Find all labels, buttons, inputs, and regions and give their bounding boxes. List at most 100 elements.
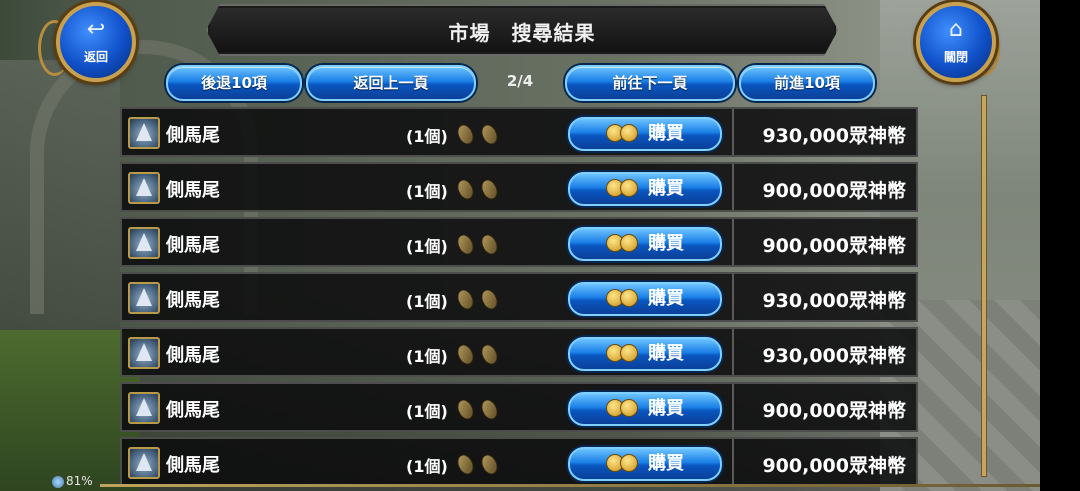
seed-icon (478, 121, 501, 148)
seed-icon (478, 451, 501, 478)
buy-label: 購買 (648, 343, 684, 364)
buy-label: 購買 (648, 123, 684, 144)
scrollbar-thumb[interactable] (982, 96, 986, 476)
close-button[interactable]: ⌂ 關閉 (898, 0, 1000, 90)
item-price: 930,000眾神幣 (762, 290, 906, 312)
listing-row: 側馬尾 (1個) 購買 900,000眾神幣 (120, 162, 918, 212)
item-quantity: (1個) (406, 347, 448, 366)
coin-icon (620, 398, 638, 417)
screen-edge (1040, 0, 1080, 491)
buy-label: 購買 (648, 453, 684, 474)
forward-10-button[interactable]: 前進10項 (739, 65, 875, 101)
seed-icon (454, 231, 477, 258)
item-name: 側馬尾 (166, 235, 220, 256)
column-divider (732, 274, 734, 320)
back-10-button[interactable]: 後退10項 (166, 65, 302, 101)
coin-icon (620, 343, 638, 362)
listing-list[interactable]: 側馬尾 (1個) 購買 930,000眾神幣 側馬尾 (1個) 購買 900,0… (120, 107, 918, 487)
home-icon: ⌂ (949, 17, 963, 42)
item-quantity: (1個) (406, 457, 448, 476)
buy-label: 購買 (648, 398, 684, 419)
column-divider (732, 384, 734, 430)
item-name: 側馬尾 (166, 290, 220, 311)
listing-row: 側馬尾 (1個) 購買 930,000眾神幣 (120, 107, 918, 157)
buy-button[interactable]: 購買 (568, 227, 722, 261)
item-name: 側馬尾 (166, 455, 220, 476)
status-bar: 81% (52, 474, 93, 488)
wizard-hat-icon (128, 117, 160, 149)
seed-icon (454, 341, 477, 368)
next-page-button[interactable]: 前往下一頁 (565, 65, 735, 101)
back-label: 返回 (83, 50, 108, 64)
item-quantity: (1個) (406, 292, 448, 311)
prev-page-button[interactable]: 返回上一頁 (306, 65, 476, 101)
buy-label: 購買 (648, 288, 684, 309)
seed-icon (478, 231, 501, 258)
coin-icon (620, 233, 638, 252)
title-bar: 市場 搜尋結果 (206, 4, 838, 56)
buy-button[interactable]: 購買 (568, 447, 722, 481)
item-price: 930,000眾神幣 (762, 345, 906, 367)
buy-label: 購買 (648, 178, 684, 199)
buy-button[interactable]: 購買 (568, 117, 722, 151)
seed-icon (454, 396, 477, 423)
wizard-hat-icon (128, 337, 160, 369)
listing-row: 側馬尾 (1個) 購買 900,000眾神幣 (120, 217, 918, 267)
listing-row: 側馬尾 (1個) 購買 900,000眾神幣 (120, 382, 918, 432)
item-price: 930,000眾神幣 (762, 125, 906, 147)
column-divider (732, 219, 734, 265)
item-name: 側馬尾 (166, 400, 220, 421)
item-name: 側馬尾 (166, 345, 220, 366)
wizard-hat-icon (128, 447, 160, 479)
item-quantity: (1個) (406, 182, 448, 201)
item-name: 側馬尾 (166, 180, 220, 201)
item-quantity: (1個) (406, 402, 448, 421)
buy-button[interactable]: 購買 (568, 172, 722, 206)
seed-icon (454, 121, 477, 148)
close-label: 關閉 (943, 50, 968, 64)
seed-icon (454, 451, 477, 478)
back-button[interactable]: ↩ 返回 (38, 0, 138, 90)
page-indicator: 2/4 (506, 72, 534, 90)
coin-icon (620, 178, 638, 197)
item-quantity: (1個) (406, 127, 448, 146)
close-button-ring: ⌂ 關閉 (916, 2, 996, 82)
seed-icon (478, 176, 501, 203)
seed-icon (454, 286, 477, 313)
coin-icon (620, 453, 638, 472)
listing-row: 側馬尾 (1個) 購買 900,000眾神幣 (120, 437, 918, 487)
seed-icon (478, 286, 501, 313)
item-name: 側馬尾 (166, 125, 220, 146)
scrollbar[interactable] (981, 95, 987, 477)
wizard-hat-icon (128, 282, 160, 314)
back-arrow-icon: ↩ (86, 17, 106, 42)
background-grass (0, 330, 140, 491)
column-divider (732, 164, 734, 210)
listing-row: 側馬尾 (1個) 購買 930,000眾神幣 (120, 327, 918, 377)
seed-icon (454, 176, 477, 203)
page-title: 市場 搜尋結果 (448, 21, 596, 45)
battery-icon (52, 475, 64, 488)
coin-icon (620, 288, 638, 307)
seed-icon (478, 341, 501, 368)
back-button-ring: ↩ 返回 (56, 2, 136, 82)
buy-button[interactable]: 購買 (568, 282, 722, 316)
bottom-divider (100, 484, 1040, 487)
battery-level: 81% (66, 474, 93, 488)
item-price: 900,000眾神幣 (762, 235, 906, 257)
column-divider (732, 109, 734, 155)
coin-icon (620, 123, 638, 142)
listing-row: 側馬尾 (1個) 購買 930,000眾神幣 (120, 272, 918, 322)
wizard-hat-icon (128, 227, 160, 259)
buy-label: 購買 (648, 233, 684, 254)
item-price: 900,000眾神幣 (762, 180, 906, 202)
item-quantity: (1個) (406, 237, 448, 256)
buy-button[interactable]: 購買 (568, 337, 722, 371)
seed-icon (478, 396, 501, 423)
item-price: 900,000眾神幣 (762, 455, 906, 477)
buy-button[interactable]: 購買 (568, 392, 722, 426)
wizard-hat-icon (128, 172, 160, 204)
column-divider (732, 329, 734, 375)
column-divider (732, 439, 734, 485)
wizard-hat-icon (128, 392, 160, 424)
